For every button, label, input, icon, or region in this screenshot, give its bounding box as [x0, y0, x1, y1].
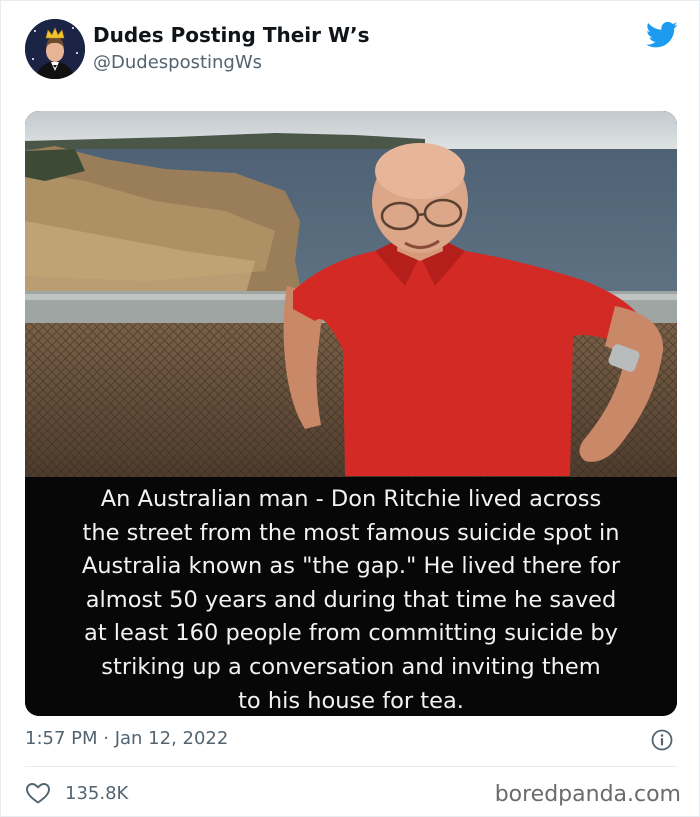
tweet-card: Dudes Posting Their W’s @DudespostingWs [0, 0, 700, 817]
caption-line: Australia known as "the gap." He lived t… [81, 553, 621, 580]
caption-line: to his house for tea. [238, 687, 464, 714]
image-caption: An Australian man - Don Ritchie lived ac… [25, 477, 677, 716]
caption-line: at least 160 people from committing suic… [84, 620, 618, 647]
avatar[interactable] [25, 19, 85, 79]
like-button[interactable]: 135.8K [25, 779, 128, 807]
author-handle[interactable]: @DudespostingWs [93, 52, 262, 73]
tweet-timestamp[interactable]: 1:57 PM · Jan 12, 2022 [25, 728, 228, 749]
heart-icon [26, 783, 50, 804]
like-count: 135.8K [65, 782, 129, 804]
author-name[interactable]: Dudes Posting Their W’s [93, 23, 370, 47]
caption-line: striking up a conversation and inviting … [101, 653, 601, 680]
caption-line: almost 50 years and during that time he … [85, 586, 617, 613]
watermark: boredpanda.com [494, 782, 681, 807]
caption-line: An Australian man - Don Ritchie lived ac… [100, 486, 602, 512]
info-icon[interactable] [650, 728, 674, 752]
caption-line: the street from the most famous suicide … [82, 519, 620, 546]
twitter-bird-icon[interactable] [646, 21, 678, 49]
divider [25, 766, 677, 767]
tweet-image[interactable]: An Australian man - Don Ritchie lived ac… [25, 111, 677, 716]
